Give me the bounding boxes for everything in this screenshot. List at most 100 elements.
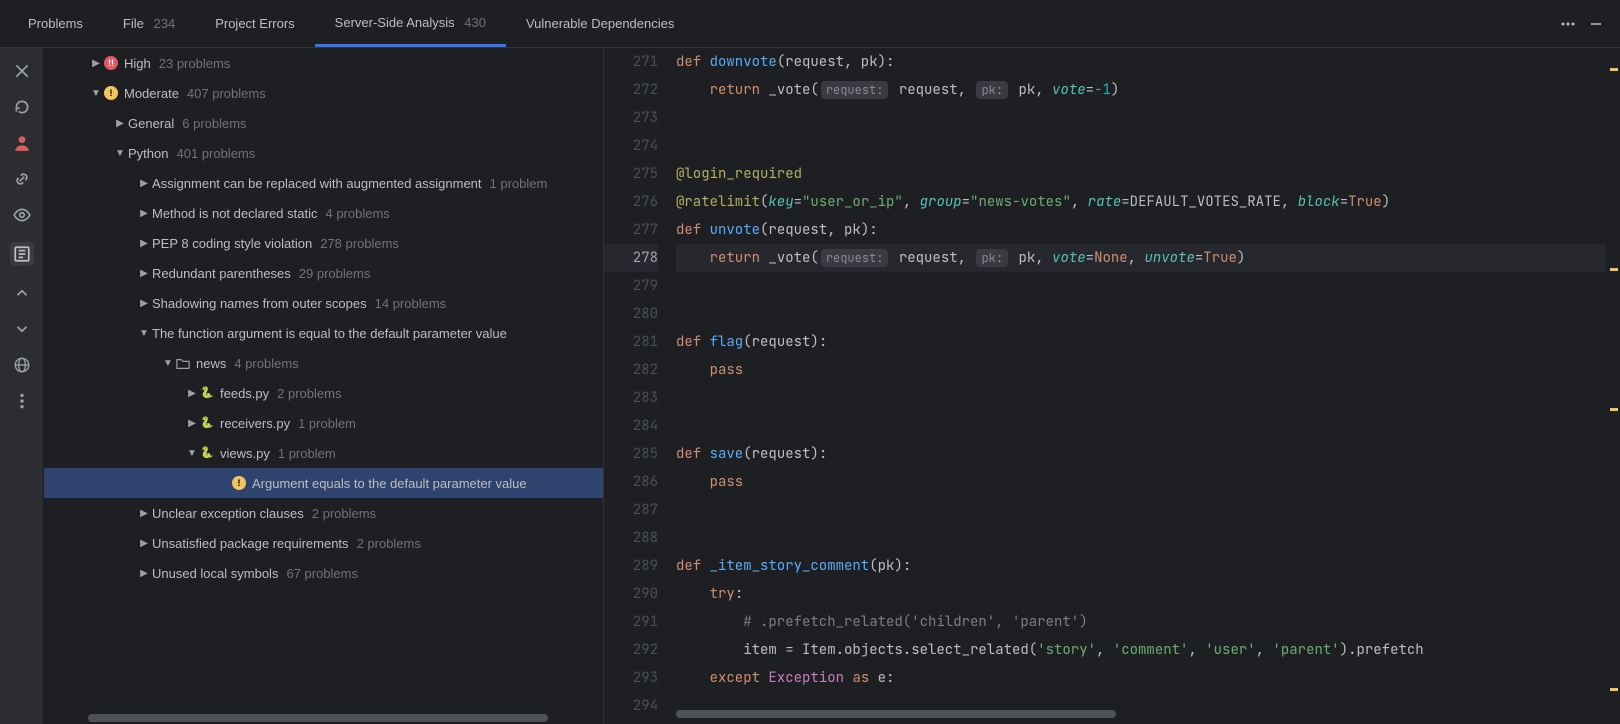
- tab-file[interactable]: File 234: [103, 2, 195, 45]
- code-line[interactable]: [676, 384, 1606, 412]
- tree-inspection[interactable]: ▶ Unclear exception clauses 2 problems: [44, 498, 603, 528]
- code-line[interactable]: [676, 412, 1606, 440]
- code-content[interactable]: def downvote(request, pk): return _vote(…: [676, 48, 1606, 724]
- tree-inspection[interactable]: ▶ Method is not declared static 4 proble…: [44, 198, 603, 228]
- eye-icon[interactable]: [13, 206, 31, 224]
- expand-icon[interactable]: [13, 284, 31, 302]
- code-line[interactable]: def flag(request):: [676, 328, 1606, 356]
- more-vert-icon[interactable]: [13, 392, 31, 410]
- chevron-right-icon: ▶: [136, 238, 152, 249]
- user-icon[interactable]: [13, 134, 31, 152]
- code-line[interactable]: @ratelimit(key="user_or_ip", group="news…: [676, 188, 1606, 216]
- tree-inspection[interactable]: ▶ Assignment can be replaced with augmen…: [44, 168, 603, 198]
- tree-count: 6 problems: [182, 116, 246, 131]
- more-icon[interactable]: [1560, 16, 1576, 32]
- code-line[interactable]: pass: [676, 468, 1606, 496]
- tree-inspection[interactable]: ▶ PEP 8 coding style violation 278 probl…: [44, 228, 603, 258]
- line-number: 283: [604, 384, 658, 412]
- line-number: 286: [604, 468, 658, 496]
- tree-inspection[interactable]: ▶ Redundant parentheses 29 problems: [44, 258, 603, 288]
- editor-scrollbar[interactable]: [676, 710, 1606, 720]
- tree-label: Argument equals to the default parameter…: [252, 476, 527, 491]
- refresh-icon[interactable]: [13, 98, 31, 116]
- web-icon[interactable]: [13, 356, 31, 374]
- tab-server-side-analysis[interactable]: Server-Side Analysis 430: [315, 1, 506, 47]
- tree-problem-item[interactable]: ! Argument equals to the default paramet…: [44, 468, 603, 498]
- chevron-right-icon: ▶: [136, 568, 152, 579]
- tree-label: Python: [128, 146, 168, 161]
- warning-marker[interactable]: [1610, 68, 1618, 71]
- line-number: 288: [604, 524, 658, 552]
- code-line[interactable]: pass: [676, 356, 1606, 384]
- close-icon[interactable]: [13, 62, 31, 80]
- code-line[interactable]: return _vote(request: request, pk: pk, v…: [676, 244, 1606, 272]
- tree-label: Shadowing names from outer scopes: [152, 296, 367, 311]
- code-line[interactable]: def _item_story_comment(pk):: [676, 552, 1606, 580]
- line-number: 275: [604, 160, 658, 188]
- chevron-right-icon: ▶: [136, 178, 152, 189]
- code-line[interactable]: def save(request):: [676, 440, 1606, 468]
- tree-severity-moderate[interactable]: ▼ ! Moderate 407 problems: [44, 78, 603, 108]
- python-file-icon: 🐍: [200, 416, 214, 430]
- tab-project-errors[interactable]: Project Errors: [195, 2, 314, 45]
- link-icon[interactable]: [13, 170, 31, 188]
- scrollbar-thumb[interactable]: [676, 710, 1116, 718]
- line-number: 282: [604, 356, 658, 384]
- code-line[interactable]: def unvote(request, pk):: [676, 216, 1606, 244]
- tree-inspection[interactable]: ▶ Unsatisfied package requirements 2 pro…: [44, 528, 603, 558]
- tree-label: news: [196, 356, 226, 371]
- warning-marker[interactable]: [1610, 688, 1618, 691]
- code-line[interactable]: except Exception as e:: [676, 664, 1606, 692]
- tree-label: Assignment can be replaced with augmente…: [152, 176, 482, 191]
- code-line[interactable]: [676, 300, 1606, 328]
- chevron-right-icon: ▶: [88, 58, 104, 69]
- error-stripe[interactable]: [1606, 48, 1620, 724]
- code-line[interactable]: @login_required: [676, 160, 1606, 188]
- code-line[interactable]: item = Item.objects.select_related('stor…: [676, 636, 1606, 664]
- tree-severity-high[interactable]: ▶ !! High 23 problems: [44, 48, 603, 78]
- tab-problems[interactable]: Problems: [8, 2, 103, 45]
- collapse-icon[interactable]: [13, 320, 31, 338]
- code-editor[interactable]: 2712722732742752762772782792802812822832…: [604, 48, 1620, 724]
- code-line[interactable]: [676, 496, 1606, 524]
- code-line[interactable]: [676, 104, 1606, 132]
- scrollbar-thumb[interactable]: [88, 714, 548, 722]
- tree-inspection[interactable]: ▼ The function argument is equal to the …: [44, 318, 603, 348]
- tree-count: 1 problem: [278, 446, 336, 461]
- tree-label: Unclear exception clauses: [152, 506, 304, 521]
- warning-marker[interactable]: [1610, 268, 1618, 271]
- chevron-right-icon: ▶: [112, 118, 128, 129]
- tree-folder[interactable]: ▼ news 4 problems: [44, 348, 603, 378]
- tree-category-general[interactable]: ▶ General 6 problems: [44, 108, 603, 138]
- code-line[interactable]: # .prefetch_related('children', 'parent'…: [676, 608, 1606, 636]
- tree-file[interactable]: ▶ 🐍 receivers.py 1 problem: [44, 408, 603, 438]
- tree-inspection[interactable]: ▶ Shadowing names from outer scopes 14 p…: [44, 288, 603, 318]
- tree-count: 23 problems: [159, 56, 231, 71]
- code-line[interactable]: [676, 272, 1606, 300]
- tab-vulnerable-dependencies[interactable]: Vulnerable Dependencies: [506, 2, 694, 45]
- code-line[interactable]: [676, 132, 1606, 160]
- code-line[interactable]: def downvote(request, pk):: [676, 48, 1606, 76]
- tree-inspection[interactable]: ▶ Unused local symbols 67 problems: [44, 558, 603, 588]
- problems-tree: ▶ !! High 23 problems ▼ ! Moderate 407 p…: [44, 48, 604, 724]
- tree-label: High: [124, 56, 151, 71]
- code-line[interactable]: try:: [676, 580, 1606, 608]
- tabs-bar: Problems File 234 Project Errors Server-…: [0, 0, 1620, 48]
- line-number: 279: [604, 272, 658, 300]
- tree-category-python[interactable]: ▼ Python 401 problems: [44, 138, 603, 168]
- chevron-right-icon: ▶: [136, 208, 152, 219]
- warning-marker[interactable]: [1610, 408, 1618, 411]
- tree-file[interactable]: ▶ 🐍 feeds.py 2 problems: [44, 378, 603, 408]
- preview-icon[interactable]: [10, 242, 34, 266]
- code-line[interactable]: [676, 524, 1606, 552]
- tree-count: 4 problems: [234, 356, 298, 371]
- tree-label: receivers.py: [220, 416, 290, 431]
- problems-scrollbar[interactable]: [44, 712, 603, 724]
- chevron-right-icon: ▶: [136, 538, 152, 549]
- minimize-icon[interactable]: [1588, 16, 1604, 32]
- tree-file[interactable]: ▼ 🐍 views.py 1 problem: [44, 438, 603, 468]
- tab-count: 430: [464, 15, 486, 30]
- code-line[interactable]: return _vote(request: request, pk: pk, v…: [676, 76, 1606, 104]
- chevron-right-icon: ▶: [184, 388, 200, 399]
- line-number: 293: [604, 664, 658, 692]
